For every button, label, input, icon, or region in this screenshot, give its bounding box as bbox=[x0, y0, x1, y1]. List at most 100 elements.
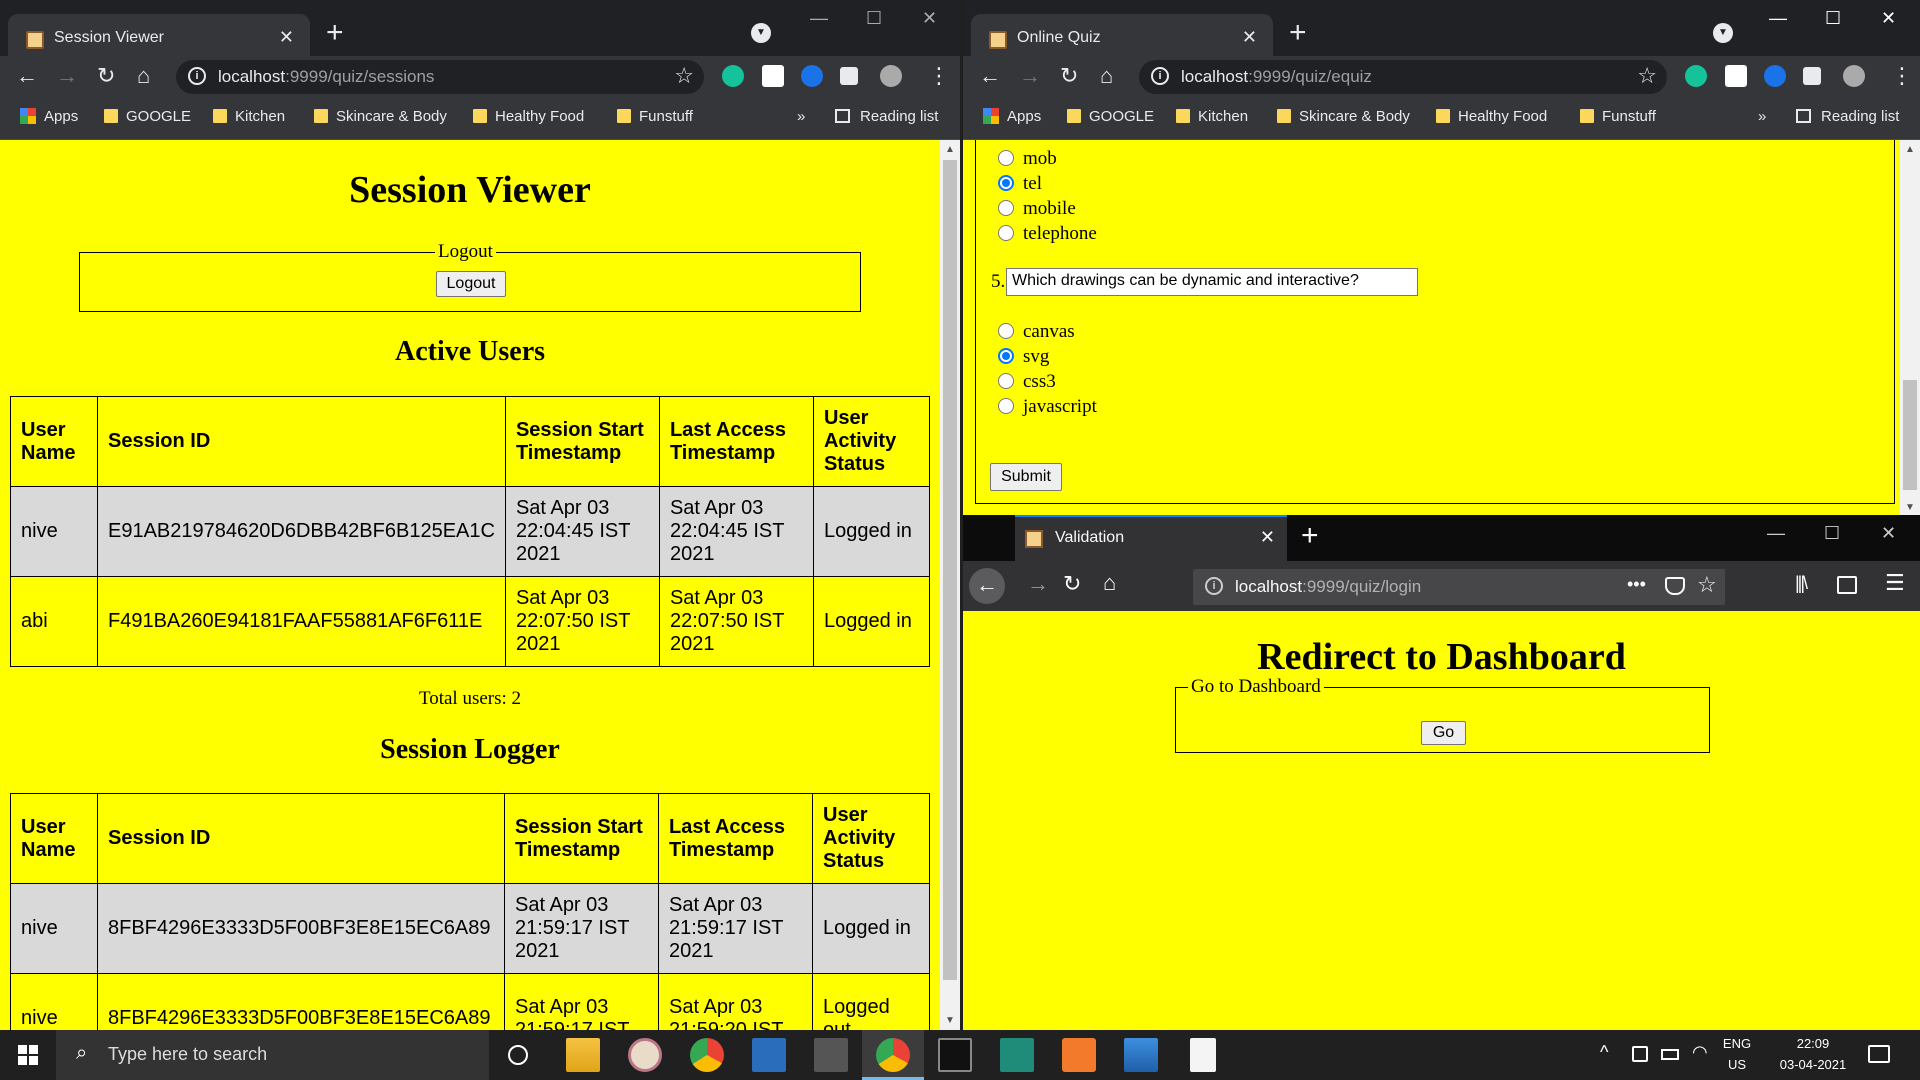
document-icon[interactable] bbox=[1190, 1038, 1216, 1072]
site-info-icon[interactable]: i bbox=[1205, 577, 1223, 595]
bookmark-funstuff[interactable]: Funstuff bbox=[1580, 108, 1656, 125]
question-text-field[interactable]: Which drawings can be dynamic and intera… bbox=[1006, 268, 1418, 296]
address-bar[interactable]: i localhost:9999/quiz/login ••• ☆ bbox=[1193, 569, 1725, 605]
home-icon[interactable]: ⌂ bbox=[137, 62, 150, 90]
new-tab-icon[interactable]: + bbox=[1301, 519, 1319, 553]
device-icon[interactable] bbox=[1632, 1046, 1648, 1062]
reading-list[interactable]: Reading list bbox=[835, 108, 938, 125]
app-circle-icon[interactable] bbox=[628, 1038, 662, 1072]
minimize-icon[interactable]: — bbox=[1769, 8, 1787, 29]
close-tab-icon[interactable]: ✕ bbox=[1260, 527, 1275, 548]
window-app-icon[interactable] bbox=[1000, 1038, 1034, 1072]
profile-avatar[interactable] bbox=[1843, 65, 1865, 87]
radio-mob[interactable] bbox=[998, 150, 1014, 166]
reading-list[interactable]: Reading list bbox=[1796, 108, 1899, 125]
scrollbar-thumb[interactable] bbox=[943, 160, 957, 980]
reload-icon[interactable]: ↻ bbox=[97, 62, 115, 90]
scroll-up-icon[interactable]: ▲ bbox=[940, 144, 960, 155]
scroll-up-icon[interactable]: ▲ bbox=[1900, 144, 1920, 155]
back-icon[interactable]: ← bbox=[969, 568, 1005, 604]
sublime-text-icon[interactable] bbox=[1062, 1038, 1096, 1072]
forward-icon[interactable]: → bbox=[56, 62, 78, 90]
chrome-icon[interactable] bbox=[690, 1038, 724, 1072]
bookmark-apps[interactable]: Apps bbox=[20, 108, 78, 125]
radio-canvas[interactable] bbox=[998, 323, 1014, 339]
radio-tel[interactable] bbox=[998, 175, 1014, 191]
address-bar[interactable]: i localhost:9999/quiz/sessions ☆ bbox=[176, 60, 704, 94]
tab-validation[interactable]: Validation ✕ bbox=[1015, 515, 1287, 561]
bookmark-star-icon[interactable]: ☆ bbox=[1697, 572, 1717, 598]
bookmark-skincare[interactable]: Skincare & Body bbox=[314, 108, 447, 125]
library-icon[interactable]: |||\ bbox=[1795, 573, 1808, 594]
tab-search-icon[interactable]: ▼ bbox=[751, 23, 771, 43]
forward-icon[interactable]: → bbox=[1019, 62, 1041, 90]
bookmark-funstuff[interactable]: Funstuff bbox=[617, 108, 693, 125]
grammarly-icon[interactable] bbox=[722, 65, 744, 87]
minimize-icon[interactable]: — bbox=[1767, 523, 1785, 544]
scroll-down-icon[interactable]: ▼ bbox=[940, 1015, 960, 1026]
file-explorer-icon[interactable] bbox=[566, 1038, 600, 1072]
close-tab-icon[interactable]: ✕ bbox=[279, 27, 294, 48]
network-app-icon[interactable] bbox=[752, 1038, 786, 1072]
close-window-icon[interactable]: ✕ bbox=[1881, 8, 1896, 29]
radio-css3[interactable] bbox=[998, 373, 1014, 389]
scrollbar-thumb[interactable] bbox=[1903, 380, 1917, 490]
menu-dots-icon[interactable]: ⋮ bbox=[928, 62, 950, 90]
radio-svg[interactable] bbox=[998, 348, 1014, 364]
clock[interactable]: 22:09 03-04-2021 bbox=[1768, 1036, 1858, 1072]
bookmark-healthy-food[interactable]: Healthy Food bbox=[473, 108, 584, 125]
reload-icon[interactable]: ↻ bbox=[1060, 62, 1078, 90]
bookmark-kitchen[interactable]: Kitchen bbox=[1176, 108, 1248, 125]
bookmark-kitchen[interactable]: Kitchen bbox=[213, 108, 285, 125]
notion-icon[interactable] bbox=[762, 65, 784, 87]
back-icon[interactable]: ← bbox=[979, 62, 1001, 90]
close-tab-icon[interactable]: ✕ bbox=[1242, 27, 1257, 48]
bookmarks-overflow-icon[interactable]: » bbox=[1758, 108, 1766, 125]
maximize-icon[interactable]: ☐ bbox=[1824, 523, 1840, 544]
close-window-icon[interactable]: ✕ bbox=[922, 8, 937, 29]
bookmark-healthy-food[interactable]: Healthy Food bbox=[1436, 108, 1547, 125]
page-scrollbar[interactable]: ▲ ▼ bbox=[940, 140, 960, 1030]
extension-shield-icon[interactable] bbox=[1764, 65, 1786, 87]
page-actions-icon[interactable]: ••• bbox=[1627, 574, 1646, 595]
calculator-icon[interactable] bbox=[814, 1038, 848, 1072]
minimize-icon[interactable]: — bbox=[810, 8, 828, 29]
bookmarks-overflow-icon[interactable]: » bbox=[797, 108, 805, 125]
tab-search-icon[interactable]: ▼ bbox=[1713, 23, 1733, 43]
bookmark-star-icon[interactable]: ☆ bbox=[1637, 63, 1657, 89]
bookmark-star-icon[interactable]: ☆ bbox=[674, 63, 694, 89]
maximize-icon[interactable]: ☐ bbox=[866, 8, 882, 29]
grammarly-icon[interactable] bbox=[1685, 65, 1707, 87]
radio-mobile[interactable] bbox=[998, 200, 1014, 216]
pocket-icon[interactable] bbox=[1665, 577, 1685, 595]
forward-icon[interactable]: → bbox=[1027, 571, 1049, 597]
bookmark-google[interactable]: GOOGLE bbox=[1067, 108, 1154, 125]
terminal-icon[interactable] bbox=[938, 1038, 972, 1072]
bookmark-google[interactable]: GOOGLE bbox=[104, 108, 191, 125]
chrome-active-icon[interactable] bbox=[876, 1038, 910, 1072]
back-icon[interactable]: ← bbox=[16, 62, 38, 90]
go-button[interactable]: Go bbox=[1421, 721, 1466, 745]
wifi-icon[interactable]: ◠ bbox=[1692, 1042, 1708, 1063]
new-tab-icon[interactable]: + bbox=[326, 18, 344, 48]
windows-start-icon[interactable] bbox=[18, 1045, 38, 1065]
site-info-icon[interactable]: i bbox=[1151, 67, 1169, 85]
task-view-icon[interactable] bbox=[508, 1045, 528, 1065]
profile-avatar[interactable] bbox=[880, 65, 902, 87]
quiz-scrollbar[interactable]: ▲ ▼ bbox=[1900, 140, 1920, 515]
extensions-puzzle-icon[interactable] bbox=[840, 67, 858, 85]
site-info-icon[interactable]: i bbox=[188, 67, 206, 85]
battery-icon[interactable] bbox=[1661, 1049, 1679, 1060]
notion-icon[interactable] bbox=[1725, 65, 1747, 87]
extensions-puzzle-icon[interactable] bbox=[1803, 67, 1821, 85]
new-tab-icon[interactable]: + bbox=[1289, 18, 1307, 48]
bookmark-skincare[interactable]: Skincare & Body bbox=[1277, 108, 1410, 125]
taskbar-search-box[interactable]: ⌕ Type here to search bbox=[56, 1030, 489, 1080]
home-icon[interactable]: ⌂ bbox=[1100, 62, 1113, 90]
address-bar[interactable]: i localhost:9999/quiz/equiz ☆ bbox=[1139, 60, 1667, 94]
radio-javascript[interactable] bbox=[998, 398, 1014, 414]
bookmark-apps[interactable]: Apps bbox=[983, 108, 1041, 125]
photos-icon[interactable] bbox=[1124, 1038, 1158, 1072]
submit-button[interactable]: Submit bbox=[990, 463, 1062, 491]
show-hidden-icons[interactable]: ^ bbox=[1600, 1042, 1608, 1063]
